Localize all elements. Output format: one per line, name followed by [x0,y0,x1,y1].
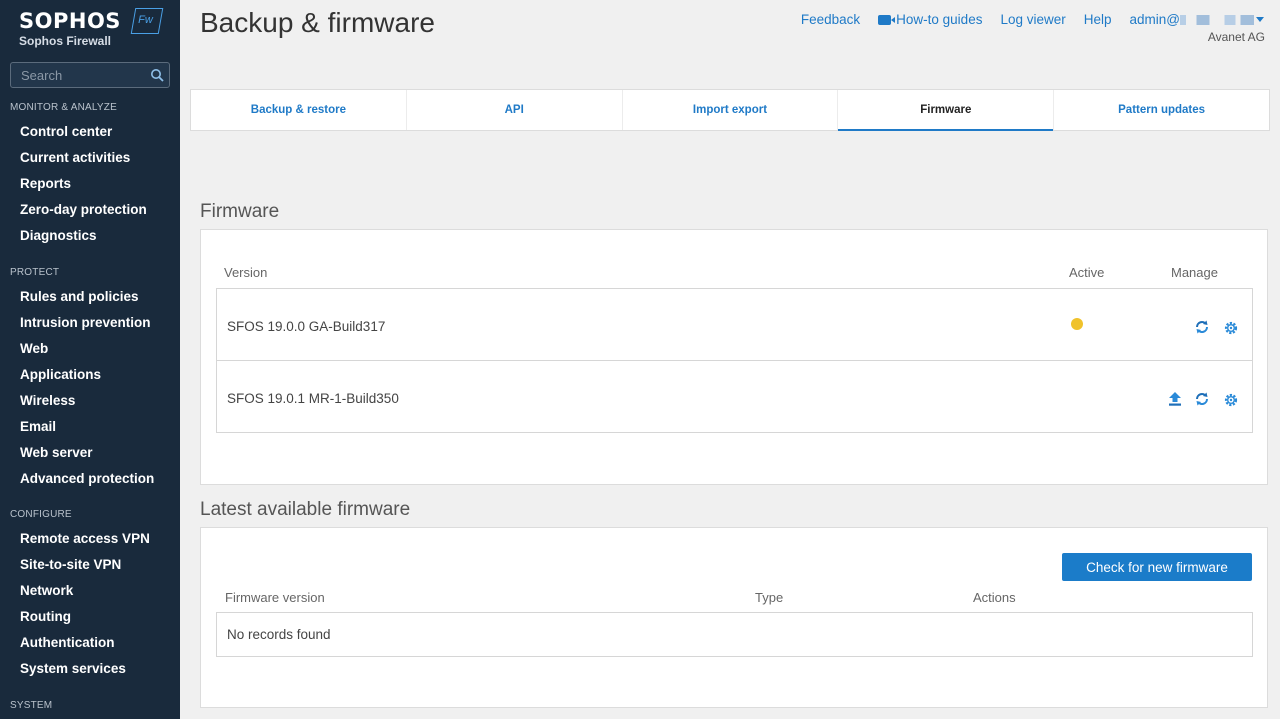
sidebar-item-web-server[interactable]: Web server [20,445,93,460]
firewall-badge-icon: Fw [130,8,164,34]
table-row: SFOS 19.0.0 GA-Build317 [217,289,1252,361]
help-link[interactable]: Help [1084,12,1112,27]
sidebar-item-network[interactable]: Network [20,583,73,598]
column-active: Active [1069,265,1105,280]
search-input[interactable] [11,63,147,87]
tab-pattern-updates[interactable]: Pattern updates [1054,90,1269,130]
firmware-version: SFOS 19.0.1 MR-1-Build350 [227,391,399,406]
firmware-version: SFOS 19.0.0 GA-Build317 [227,319,386,334]
column-manage: Manage [1171,265,1218,280]
sidebar-item-intrusion-prevention[interactable]: Intrusion prevention [20,315,151,330]
latest-firmware-heading: Latest available firmware [200,499,411,520]
tab-firmware[interactable]: Firmware [838,90,1055,131]
table-row: SFOS 19.0.1 MR-1-Build350 [217,361,1252,433]
how-to-guides-label: How-to guides [896,12,983,27]
tab-api[interactable]: API [407,90,623,130]
tab-backup-restore[interactable]: Backup & restore [191,90,407,130]
sidebar-item-authentication[interactable]: Authentication [20,635,115,650]
company-name: Avanet AG [1207,30,1265,44]
sidebar-item-email[interactable]: Email [20,419,56,434]
chevron-down-icon [1256,17,1264,22]
video-camera-icon [878,15,896,25]
column-version: Version [224,265,268,280]
gear-icon[interactable] [1223,320,1239,336]
firmware-heading: Firmware [200,201,280,222]
nav-section-configure: CONFIGURE [10,509,72,520]
sophos-logo[interactable]: SOPHOS Sophos Firewall [19,8,121,48]
page-title: Backup & firmware [200,7,435,38]
sidebar: SOPHOS Sophos Firewall Fw MONITOR & ANAL… [0,0,180,719]
check-for-new-firmware-button[interactable]: Check for new firmware [1062,553,1252,581]
admin-label: admin@ [1129,12,1180,27]
reboot-icon[interactable] [1194,391,1210,407]
search-box [10,62,170,88]
sidebar-item-routing[interactable]: Routing [20,609,71,624]
nav-section-monitor: MONITOR & ANALYZE [10,102,117,113]
sidebar-item-system-services[interactable]: System services [20,661,126,676]
sidebar-item-zero-day-protection[interactable]: Zero-day protection [20,202,147,217]
sidebar-item-web[interactable]: Web [20,341,48,356]
brand-name: SOPHOS [19,9,121,33]
badge-label: Fw [138,14,153,26]
sidebar-item-diagnostics[interactable]: Diagnostics [20,228,97,243]
sidebar-item-current-activities[interactable]: Current activities [20,150,130,165]
sidebar-item-advanced-protection[interactable]: Advanced protection [20,471,154,486]
sidebar-item-rules-and-policies[interactable]: Rules and policies [20,289,139,304]
gear-icon[interactable] [1223,392,1239,408]
how-to-guides-link[interactable]: How-to guides [878,12,982,27]
sidebar-item-site-to-site-vpn[interactable]: Site-to-site VPN [20,557,121,572]
latest-firmware-table: No records found [216,612,1253,657]
firmware-panel: Version Active Manage SFOS 19.0.0 GA-Bui… [200,229,1268,485]
active-indicator [1071,318,1083,330]
nav-section-system: SYSTEM [10,700,53,711]
tab-bar: Backup & restore API Import export Firmw… [190,89,1270,131]
tab-import-export[interactable]: Import export [623,90,839,130]
sidebar-item-remote-access-vpn[interactable]: Remote access VPN [20,531,150,546]
sidebar-item-control-center[interactable]: Control center [20,124,112,139]
reboot-icon[interactable] [1194,319,1210,335]
column-firmware-version: Firmware version [225,590,325,605]
column-actions: Actions [973,590,1016,605]
search-icon[interactable] [150,68,164,82]
top-links: Feedback How-to guides Log viewer Help a… [783,12,1264,27]
log-viewer-link[interactable]: Log viewer [1000,12,1065,27]
admin-menu[interactable]: admin@ [1130,12,1264,27]
nav-section-protect: PROTECT [10,267,60,278]
upload-firmware-icon[interactable] [1167,391,1183,407]
product-name: Sophos Firewall [19,34,112,48]
sidebar-item-reports[interactable]: Reports [20,176,71,191]
column-type: Type [755,590,784,605]
feedback-link[interactable]: Feedback [801,12,860,27]
firmware-table: SFOS 19.0.0 GA-Build317 SFOS 19.0.1 MR-1… [216,288,1253,433]
redacted-hostname [1180,15,1254,25]
sidebar-item-wireless[interactable]: Wireless [20,393,75,408]
empty-state-text: No records found [227,627,331,642]
sidebar-item-applications[interactable]: Applications [20,367,101,382]
